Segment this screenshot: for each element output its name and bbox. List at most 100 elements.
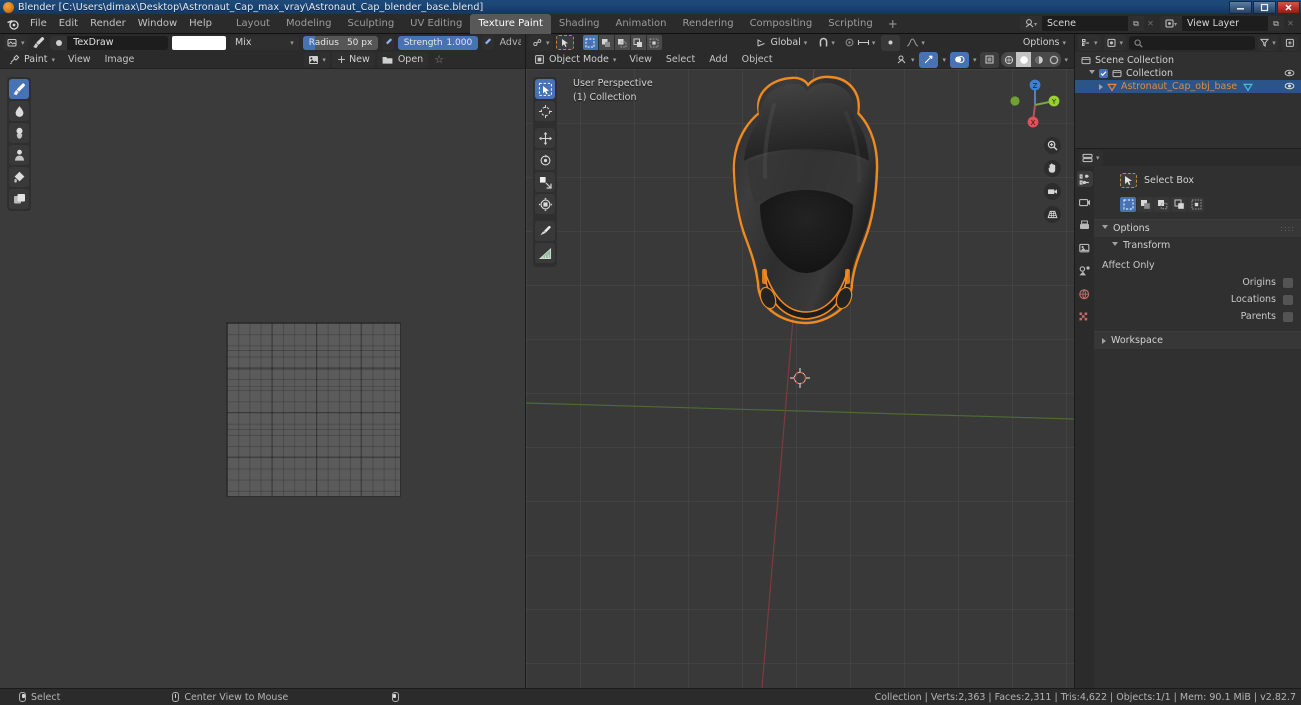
scene-selector[interactable]: ▾ Scene ⧉ ✕ — [1020, 16, 1157, 31]
affect-origins-checkbox[interactable] — [1283, 277, 1293, 288]
menu-help[interactable]: Help — [183, 15, 218, 33]
falloff-dropdown[interactable]: ▾ — [903, 35, 928, 51]
pan-hand-icon[interactable] — [1044, 160, 1061, 177]
image-editor-menu-view[interactable]: View — [62, 54, 97, 65]
texture-tab[interactable] — [1077, 309, 1093, 325]
select-extend-icon[interactable] — [598, 35, 614, 50]
outliner-editor-type-selector[interactable]: ▾ — [1078, 35, 1101, 51]
new-scene-icon[interactable]: ⧉ — [1128, 16, 1144, 31]
image-editor-canvas[interactable] — [0, 69, 525, 688]
tool-tab[interactable] — [1076, 171, 1093, 187]
image-datablock-selector[interactable]: ▾ — [304, 51, 330, 68]
clone-tool[interactable] — [9, 145, 29, 165]
properties-editor-type-selector[interactable]: ▾ — [1079, 149, 1103, 166]
brush-datablock[interactable]: TexDraw — [50, 35, 169, 50]
outliner-search-input[interactable] — [1129, 36, 1255, 50]
affect-only-origins-row[interactable]: Origins — [1094, 274, 1301, 291]
cursor-tool[interactable] — [535, 101, 555, 121]
collection-checkbox[interactable] — [1099, 69, 1108, 78]
view-layer-name[interactable]: View Layer — [1182, 16, 1268, 31]
close-button[interactable] — [1277, 0, 1300, 14]
select-subtract-icon[interactable] — [614, 35, 630, 50]
editor-type-selector[interactable]: ▾ — [4, 34, 28, 51]
affect-locations-checkbox[interactable] — [1283, 294, 1293, 305]
world-tab[interactable] — [1077, 286, 1093, 302]
mesh-data-icon[interactable] — [1243, 82, 1254, 92]
select-set-icon[interactable] — [582, 35, 598, 50]
proportional-edit-group[interactable]: ▾ — [841, 35, 879, 51]
restore-button[interactable] — [1253, 0, 1276, 14]
menu-file[interactable]: File — [24, 15, 53, 33]
affect-only-parents-row[interactable]: Parents — [1094, 308, 1301, 325]
toggle-perspective-icon[interactable] — [1044, 206, 1061, 223]
new-view-layer-icon[interactable]: ⧉ — [1268, 16, 1284, 31]
scene-tab[interactable] — [1077, 263, 1093, 279]
select-intersect-icon[interactable] — [646, 35, 662, 50]
add-workspace-button[interactable]: + — [881, 14, 905, 34]
gizmo-chevron-button[interactable]: ▾ — [940, 52, 948, 68]
outliner-row-astronaut-cap[interactable]: Astronaut_Cap_obj_base — [1075, 80, 1301, 93]
tab-scripting[interactable]: Scripting — [820, 14, 880, 34]
open-image-button[interactable]: Open — [376, 51, 429, 68]
options-panel-header[interactable]: Options :::: — [1094, 219, 1301, 237]
tab-compositing[interactable]: Compositing — [742, 14, 821, 34]
fill-tool[interactable] — [9, 167, 29, 187]
active-tool-indicator[interactable] — [555, 35, 574, 50]
visibility-dropdown[interactable]: ▾ — [894, 52, 918, 68]
delete-view-layer-icon[interactable]: ✕ — [1284, 16, 1297, 31]
delete-scene-icon[interactable]: ✕ — [1144, 16, 1157, 31]
transform-orientation-dropdown[interactable]: Global ▾ — [751, 35, 812, 51]
paint-mode-dropdown[interactable]: Paint ▾ — [4, 52, 60, 68]
zoom-icon[interactable] — [1044, 137, 1061, 154]
select-intersect-mode[interactable] — [1188, 197, 1204, 212]
tab-uv-editing[interactable]: UV Editing — [402, 14, 470, 34]
soften-tool[interactable] — [9, 101, 29, 121]
advanced-popover-button[interactable]: Adva — [498, 37, 521, 48]
navigation-axis-gizmo[interactable]: Y Z X — [1004, 74, 1066, 136]
outliner-row-scene-collection[interactable]: Scene Collection — [1075, 54, 1301, 67]
smear-tool[interactable] — [9, 123, 29, 143]
gizmo-toggle[interactable] — [919, 51, 939, 68]
tab-texture-paint[interactable]: Texture Paint — [470, 13, 551, 34]
menu-edit[interactable]: Edit — [53, 15, 84, 33]
scale-tool[interactable] — [535, 172, 555, 192]
brush-color-swatch[interactable] — [172, 35, 226, 50]
viewport-editor-type-selector[interactable]: ▾ — [529, 34, 553, 51]
viewport-options-dropdown[interactable]: Options ▾ — [1018, 35, 1071, 51]
scene-name[interactable]: Scene — [1042, 16, 1128, 31]
image-editor-menu-image[interactable]: Image — [99, 54, 141, 65]
view-layer-tab[interactable] — [1077, 240, 1093, 256]
viewport-menu-object[interactable]: Object — [736, 54, 779, 65]
uv-texture-image[interactable] — [227, 323, 400, 496]
astronaut-cap-object[interactable] — [696, 69, 916, 369]
draw-tool[interactable] — [9, 79, 29, 99]
transform-subpanel-header[interactable]: Transform — [1094, 237, 1301, 254]
render-tab[interactable] — [1077, 194, 1093, 210]
tab-shading[interactable]: Shading — [551, 14, 608, 34]
outliner-display-mode-selector[interactable]: ▾ — [1103, 35, 1127, 51]
tab-modeling[interactable]: Modeling — [278, 14, 340, 34]
strength-slider[interactable]: Strength 1.000 — [397, 35, 479, 50]
expand-triangle-icon[interactable] — [1089, 70, 1095, 77]
viewport-menu-view[interactable]: View — [623, 54, 658, 65]
viewport-canvas[interactable]: User Perspective (1) Collection Y Z X — [526, 69, 1074, 688]
blender-logo-icon[interactable] — [6, 17, 20, 31]
select-invert-mode[interactable] — [1171, 197, 1187, 212]
minimize-button[interactable] — [1229, 0, 1252, 14]
expand-triangle-icon[interactable] — [1099, 83, 1103, 90]
viewport-menu-add[interactable]: Add — [703, 54, 733, 65]
rendered-shading-button[interactable] — [1046, 52, 1062, 67]
object-visibility-eye-icon[interactable] — [1284, 81, 1295, 94]
outliner-row-collection[interactable]: Collection — [1075, 67, 1301, 80]
radius-pressure-icon[interactable] — [382, 35, 394, 50]
affect-parents-checkbox[interactable] — [1283, 311, 1293, 322]
shading-chevron-button[interactable]: ▾ — [1061, 54, 1071, 65]
snap-dropdown[interactable]: ▾ — [815, 35, 838, 51]
material-preview-button[interactable] — [1031, 52, 1047, 67]
measure-tool[interactable] — [535, 243, 555, 263]
transform-tool[interactable] — [535, 194, 555, 214]
wireframe-shading-button[interactable] — [1001, 52, 1017, 67]
select-invert-icon[interactable] — [630, 35, 646, 50]
menu-render[interactable]: Render — [84, 15, 132, 33]
brush-name[interactable]: TexDraw — [67, 36, 119, 50]
